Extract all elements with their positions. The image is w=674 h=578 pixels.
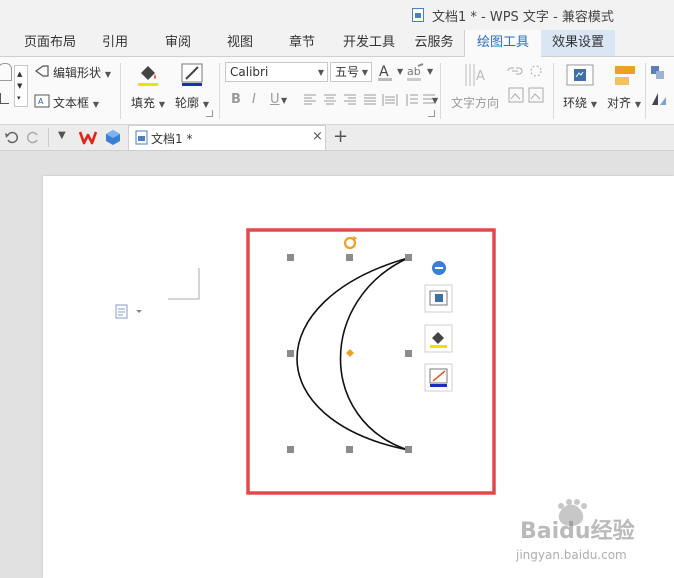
rotate-handle-icon[interactable] (343, 236, 357, 250)
float-outline-button[interactable] (424, 363, 453, 392)
resize-handle-top-left[interactable] (287, 254, 294, 261)
baidu-watermark-url: jingyan.baidu.com (516, 548, 627, 562)
drawing-layer (115, 228, 587, 526)
resize-handle-bottom[interactable] (346, 446, 353, 453)
adjust-handle-diamond[interactable] (346, 349, 354, 357)
resize-handle-bottom-right[interactable] (405, 446, 412, 453)
resize-handle-top-right[interactable] (405, 254, 412, 261)
resize-handle-bottom-left[interactable] (287, 446, 294, 453)
float-wrap-text-button[interactable] (424, 284, 453, 313)
resize-handle-right[interactable] (405, 350, 412, 357)
collapse-toolbar-icon[interactable] (432, 261, 446, 275)
baidu-watermark-text: Baidu经验 (520, 519, 635, 544)
selection-highlight-box (246, 228, 496, 495)
page-margin-corner-mark (168, 268, 200, 300)
resize-handle-left[interactable] (287, 350, 294, 357)
paste-options-icon[interactable] (115, 304, 142, 319)
float-fill-button[interactable] (424, 324, 453, 353)
resize-handle-top[interactable] (346, 254, 353, 261)
